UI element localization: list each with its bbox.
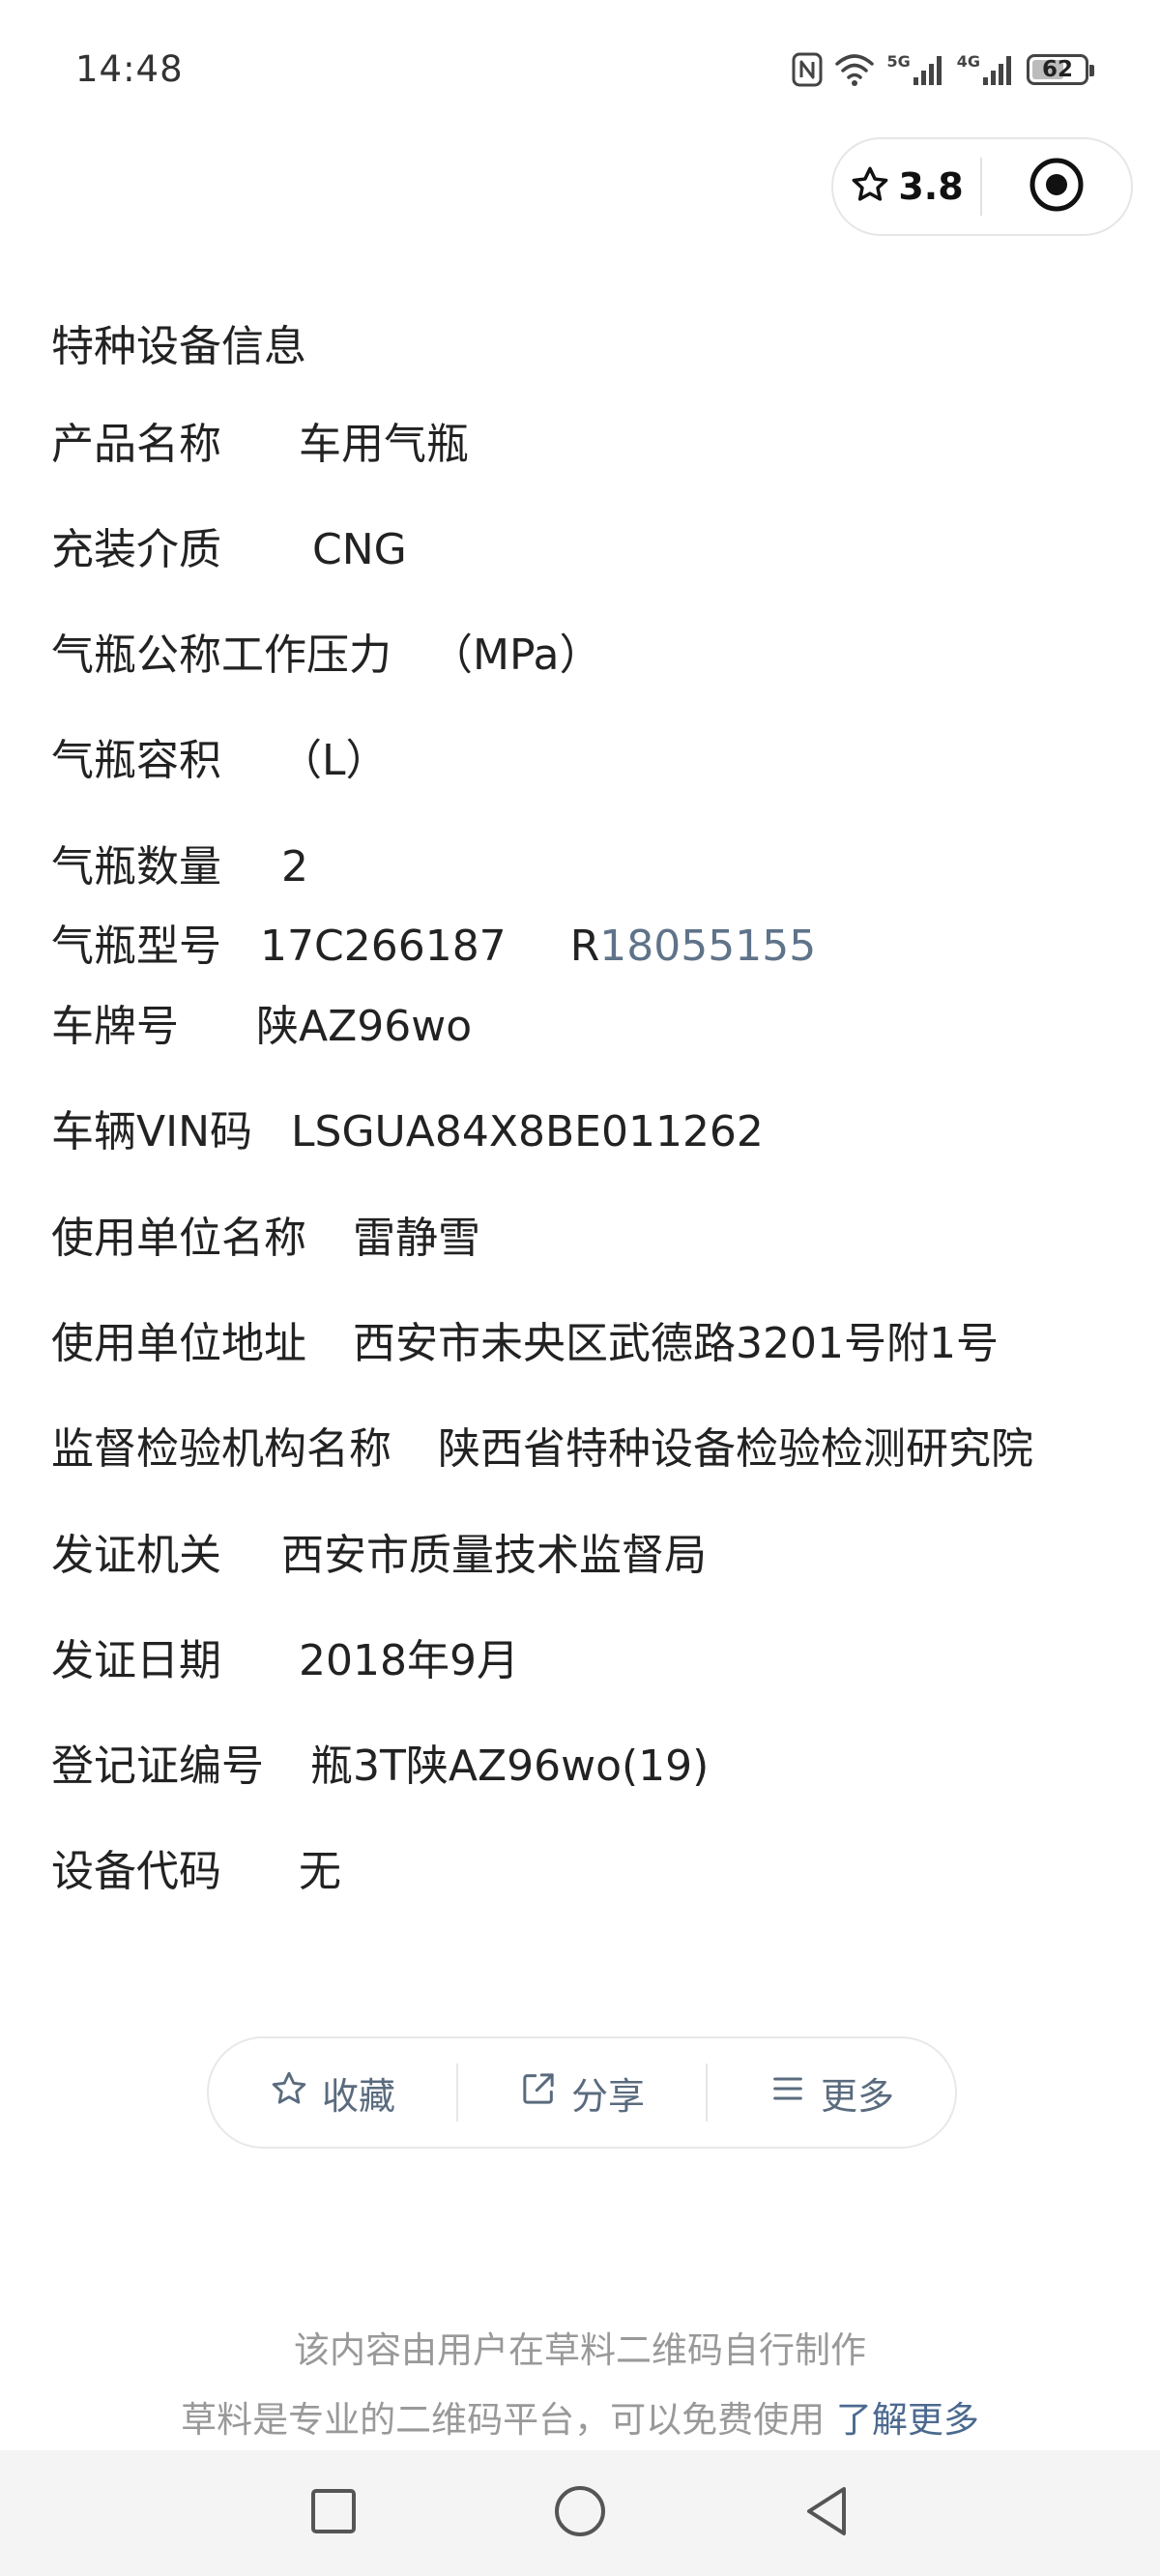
battery-tip — [1089, 65, 1094, 76]
share-label: 分享 — [570, 2074, 645, 2118]
menu-icon — [768, 2069, 807, 2117]
info-row-issue-date: 发证日期 2018年9月 — [51, 1634, 519, 1688]
info-row-filling-medium: 充装介质 CNG — [51, 523, 407, 577]
info-value: 陕西省特种设备检验检测研究院 — [438, 1424, 1033, 1474]
info-label: 发证日期 — [51, 1636, 221, 1685]
favorite-button[interactable]: 收藏 — [209, 2038, 456, 2147]
rating-value: 3.8 — [898, 165, 964, 208]
learn-more-link[interactable]: 了解更多 — [836, 2399, 979, 2441]
info-value: LSGUA84X8BE011262 — [291, 1107, 764, 1156]
info-value: 雷静雪 — [353, 1214, 480, 1263]
target-icon — [1028, 156, 1086, 218]
info-value: 车用气瓶 — [299, 420, 469, 469]
info-label: 设备代码 — [51, 1847, 221, 1896]
info-row-cylinder-count: 气瓶数量 2 — [51, 840, 308, 894]
footer-promo: 草料是专业的二维码平台，可以免费使用 了解更多 — [0, 2390, 1160, 2443]
info-label: 监督检验机构名称 — [51, 1424, 392, 1474]
info-row-inspection-agency: 监督检验机构名称 陕西省特种设备检验检测研究院 — [51, 1422, 1033, 1477]
status-time: 14:48 — [75, 48, 184, 90]
mini-program-capsule: 3.8 — [831, 137, 1133, 236]
info-label: 车牌号 — [51, 1002, 179, 1051]
info-row-cylinder-model: 气瓶型号 17C266187 R18055155 — [51, 920, 816, 974]
info-value: 陕AZ96wo — [256, 1002, 473, 1051]
info-row-equipment-code: 设备代码 无 — [51, 1845, 341, 1899]
info-label: 气瓶容积 — [51, 736, 221, 785]
info-value: 2 — [281, 842, 308, 892]
status-bar: 14:48 5G 4G 62 — [0, 0, 1160, 135]
info-value: 无 — [299, 1847, 341, 1896]
info-value: （L） — [279, 736, 389, 785]
info-value: 2018年9月 — [299, 1636, 519, 1685]
back-button[interactable] — [788, 2479, 865, 2547]
recent-apps-button[interactable] — [295, 2479, 372, 2547]
info-row-working-pressure: 气瓶公称工作压力 （MPa） — [51, 629, 601, 683]
info-row-vin: 车辆VIN码 LSGUA84X8BE011262 — [51, 1105, 764, 1159]
footer-promo-text: 草料是专业的二维码平台，可以免费使用 — [181, 2399, 826, 2441]
action-bar: 收藏 分享 更多 — [207, 2036, 957, 2149]
share-icon — [519, 2069, 558, 2117]
signal-5g-label: 5G — [886, 52, 911, 71]
navigation-bar — [0, 2450, 1160, 2576]
wifi-icon — [834, 52, 875, 87]
info-label: 登记证编号 — [51, 1742, 264, 1791]
info-label: 使用单位名称 — [51, 1214, 306, 1263]
more-button[interactable]: 更多 — [708, 2038, 955, 2147]
square-icon — [309, 2487, 358, 2539]
signal-5g-icon: 5G — [886, 52, 944, 87]
info-label: 气瓶公称工作压力 — [51, 630, 392, 680]
info-value: 西安市未央区武德路3201号附1号 — [353, 1319, 999, 1368]
info-row-issuing-authority: 发证机关 西安市质量技术监督局 — [51, 1529, 707, 1583]
share-button[interactable]: 分享 — [458, 2038, 706, 2147]
rating-button[interactable]: 3.8 — [833, 164, 980, 209]
info-row-user-address: 使用单位地址 西安市未央区武德路3201号附1号 — [51, 1317, 999, 1371]
signal-4g-icon: 4G — [957, 52, 1015, 87]
info-row-cylinder-volume: 气瓶容积 （L） — [51, 734, 389, 788]
info-label: 车辆VIN码 — [51, 1107, 252, 1156]
info-value: 瓶3T陕AZ96wo(19) — [310, 1742, 710, 1791]
info-label: 发证机关 — [51, 1531, 221, 1580]
signal-4g-label: 4G — [956, 52, 980, 71]
info-row-product-name: 产品名称 车用气瓶 — [51, 418, 469, 472]
info-label: 充装介质 — [51, 525, 221, 574]
info-value: 17C266187 — [260, 922, 507, 971]
info-value: （MPa） — [430, 630, 602, 680]
close-miniprogram-button[interactable] — [982, 156, 1131, 218]
favorite-label: 收藏 — [321, 2074, 395, 2118]
page: 14:48 5G 4G 62 3.8 特种设备信息 产品名称 车用气瓶 充装介质… — [0, 0, 1160, 2576]
info-row-registration-number: 登记证编号 瓶3T陕AZ96wo(19) — [51, 1740, 709, 1794]
info-row-user-name: 使用单位名称 雷静雪 — [51, 1212, 480, 1266]
info-label: 产品名称 — [51, 420, 221, 469]
info-value-suffix: 18055155 — [599, 922, 817, 971]
footer-notice: 该内容由用户在草料二维码自行制作 — [294, 2329, 866, 2371]
info-label: 使用单位地址 — [51, 1319, 306, 1368]
info-label: 气瓶型号 — [51, 922, 221, 971]
info-value: CNG — [312, 525, 407, 574]
info-label: 气瓶数量 — [51, 842, 221, 892]
more-label: 更多 — [820, 2074, 894, 2118]
battery-level: 62 — [1041, 56, 1073, 82]
back-triangle-icon — [801, 2484, 852, 2542]
info-row-plate-number: 车牌号 陕AZ96wo — [51, 1000, 472, 1054]
info-value-suffix-prefix: R — [569, 922, 600, 971]
nfc-icon — [792, 52, 823, 87]
circle-icon — [553, 2484, 607, 2542]
star-icon — [850, 164, 890, 209]
info-value: 西安市质量技术监督局 — [281, 1531, 707, 1580]
section-title: 特种设备信息 — [51, 322, 306, 371]
star-outline-icon — [270, 2069, 308, 2117]
home-button[interactable] — [541, 2479, 619, 2547]
battery-icon: 62 — [1027, 54, 1094, 85]
status-icons: 5G 4G 62 — [792, 48, 1094, 91]
